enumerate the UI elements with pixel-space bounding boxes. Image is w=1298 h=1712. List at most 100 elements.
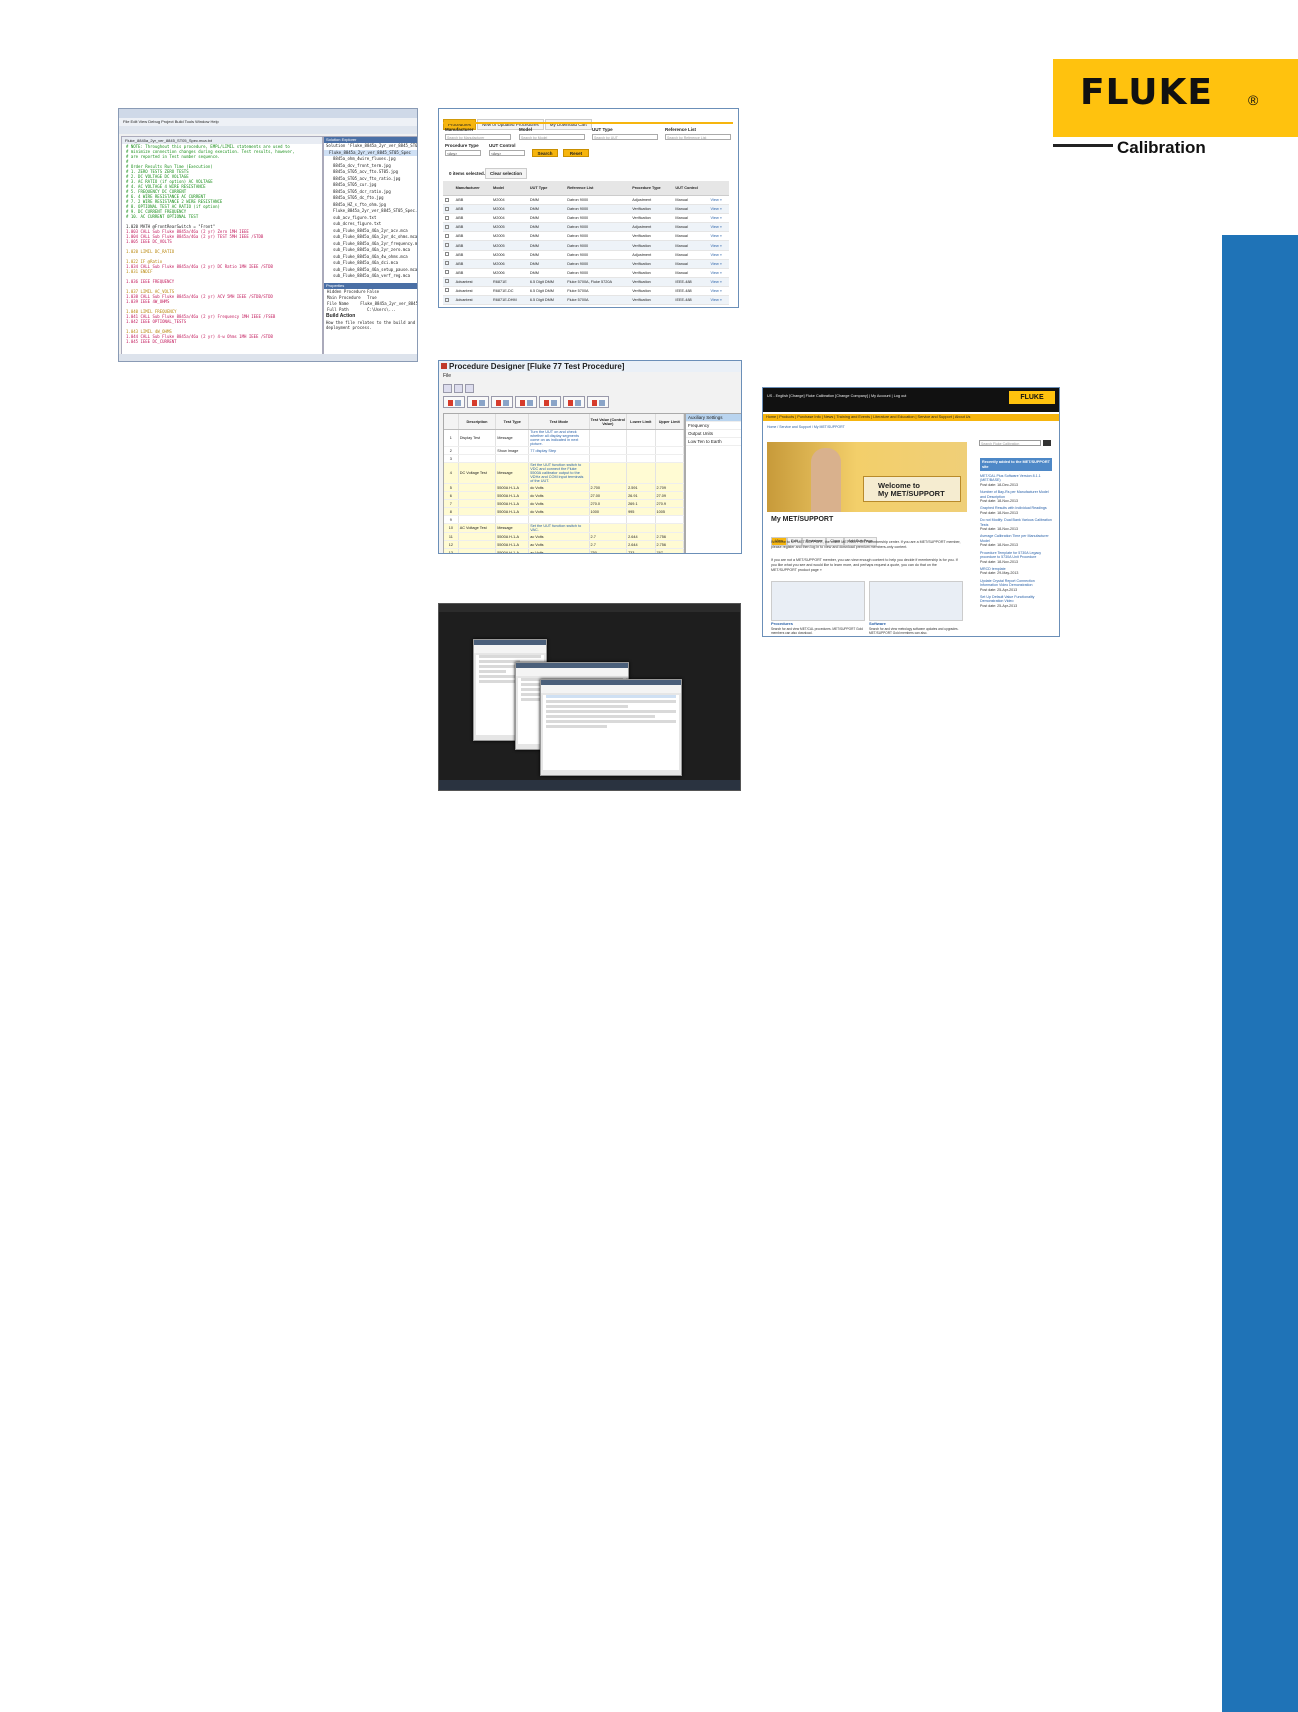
clear-selection-button[interactable]: Clear selection (485, 168, 528, 179)
manufacturer-input[interactable]: Search by Manufacturer (445, 134, 511, 140)
properties-grid[interactable]: Hidden Procedure False Main Procedure True F… (324, 289, 417, 313)
grid-cell[interactable] (458, 483, 497, 492)
grid-cell[interactable] (589, 515, 628, 524)
settings-item[interactable]: Auxiliary Settings (686, 414, 741, 422)
save-icon[interactable] (465, 384, 474, 393)
grid-cell[interactable]: 995 (626, 507, 656, 516)
view-link[interactable]: View » (708, 204, 729, 215)
grid-cell[interactable]: dc Volts (528, 491, 590, 500)
grid-cell[interactable] (589, 429, 628, 447)
grid-cell[interactable]: 11 (444, 532, 459, 541)
add-step-icon[interactable] (467, 396, 489, 408)
grid-cell[interactable]: Display Test (458, 429, 497, 447)
grid-cell[interactable]: ac Volts (528, 540, 590, 549)
grid-row[interactable]: 5 5500A H-1-A dc Volts 2.700 2.591 2.709 (444, 483, 684, 492)
grid-cell[interactable]: 2.709 (655, 483, 684, 492)
grid-cell[interactable]: 269.1 (626, 499, 656, 508)
row-checkbox-cell[interactable] (443, 286, 454, 297)
table-row[interactable]: Advantest R6871E-DC 6.5 Digit DMM Fluke 570… (443, 286, 729, 297)
search-button[interactable]: Search (532, 149, 558, 157)
grid-cell[interactable]: Set the UUT function switch to VDC and c… (528, 462, 590, 484)
open-folder-icon[interactable] (454, 384, 463, 393)
grid-cell[interactable] (655, 515, 684, 524)
row-checkbox-cell[interactable] (443, 213, 454, 224)
grid-cell[interactable]: 5500A H-1-A (495, 548, 530, 553)
grid-cell[interactable]: ac Volts (528, 548, 590, 553)
news-item[interactable]: Graphed Results with Individual Readings… (980, 506, 1052, 515)
view-link[interactable]: View » (708, 286, 729, 297)
grid-cell[interactable]: DC Voltage Test (458, 462, 497, 484)
news-item[interactable]: Procedure Template for 5730A Legacy proc… (980, 551, 1052, 564)
view-link[interactable]: View » (708, 295, 729, 306)
code-editor[interactable]: Fluke_8845a_2yr_ver_8845_ST05_Spec.mca.t… (121, 136, 323, 356)
table-row[interactable]: Advantest R6871E-DHM 6.5 Digit DMM Fluke 57… (443, 295, 729, 306)
view-link[interactable]: View » (708, 213, 729, 224)
move-up-icon[interactable] (515, 396, 537, 408)
explorer-item[interactable]: sub_Fluke_8845a_46a_2yr_dc_ohms.mca (324, 234, 417, 241)
view-link[interactable]: View » (708, 268, 729, 278)
explorer-item[interactable]: Fluke_8845a_2yr_ver_8845_ST05_Spec.mca (324, 208, 417, 215)
grid-cell[interactable]: 10 (444, 523, 459, 533)
editor-menu-bar[interactable]: File Edit View Debug Project Build Tools… (119, 118, 417, 126)
table-row[interactable]: ABB M2005 DMM Datron 9000 Verification Manual… (443, 231, 729, 242)
solution-explorer-tree[interactable]: Solution 'Fluke_8845a_2yr_ver_8845_ST05_… (324, 143, 417, 283)
news-item[interactable]: Number of Bay-Rs per Manufacturer Model … (980, 490, 1052, 503)
grid-row[interactable]: 2 Show Image 77 display Step (444, 446, 684, 455)
grid-cell[interactable]: AC Voltage Test (458, 523, 497, 533)
procedure-type-select[interactable]: <Any> (445, 150, 481, 156)
grid-cell[interactable]: Message (495, 462, 530, 484)
grid-row[interactable]: 8 5500A H-1-A dc Volts 1000 995 1005 (444, 507, 684, 516)
grid-cell[interactable]: 26.91 (626, 491, 656, 500)
model-input[interactable]: Search by Model (519, 134, 585, 140)
table-row[interactable]: Advantest R6871E 6.5 Digit DMM Fluke 5700A,… (443, 277, 729, 287)
table-row[interactable]: ABB M2004 DMM Datron 9000 Verification Manual… (443, 213, 729, 224)
grid-cell[interactable]: dc Volts (528, 483, 590, 492)
grid-row[interactable]: 10 AC Voltage Test Message Set the UUT func… (444, 523, 684, 533)
grid-cell[interactable] (458, 499, 497, 508)
settings-icon[interactable] (587, 396, 609, 408)
row-checkbox[interactable] (445, 270, 449, 275)
grid-cell[interactable]: 4 (444, 462, 459, 484)
grid-cell[interactable]: Message (495, 523, 530, 533)
news-item[interactable]: Average Calibration Time per Manufacture… (980, 534, 1052, 547)
window-front[interactable] (540, 679, 682, 776)
grid-cell[interactable] (626, 454, 656, 463)
grid-cell[interactable]: 5500A H-1-A (495, 499, 530, 508)
row-checkbox[interactable] (445, 252, 449, 257)
grid-cell[interactable] (655, 523, 684, 533)
grid-cell[interactable]: 2.591 (626, 483, 656, 492)
grid-cell[interactable]: 5500A H-1-A (495, 507, 530, 516)
new-file-icon[interactable] (443, 384, 452, 393)
grid-row[interactable]: 4 DC Voltage Test Message Set the UUT funct… (444, 462, 684, 484)
grid-cell[interactable]: 27.00 (589, 491, 628, 500)
grid-cell[interactable] (528, 515, 590, 524)
explorer-item[interactable]: sub_Fluke_8845a_46a_2yr_zero.mca (324, 247, 417, 254)
grid-cell[interactable]: Message (495, 429, 530, 447)
row-checkbox-cell[interactable] (443, 222, 454, 233)
grid-cell[interactable] (626, 429, 656, 447)
grid-cell[interactable]: 13 (444, 548, 459, 553)
view-link[interactable]: View » (708, 195, 729, 206)
grid-cell[interactable] (458, 491, 497, 500)
grid-cell[interactable]: 27.09 (655, 491, 684, 500)
grid-cell[interactable] (589, 462, 628, 484)
software-thumbnail[interactable] (869, 581, 963, 621)
news-item[interactable]: MET/CAL Plus Software Version 8.1.1 (MET… (980, 474, 1052, 487)
file-menu[interactable]: File (443, 373, 451, 379)
row-checkbox[interactable] (445, 197, 449, 202)
grid-cell[interactable]: 8 (444, 507, 459, 516)
tab-download-cart[interactable]: My Download Cart (544, 119, 592, 130)
grid-cell[interactable]: 5500A H-1-A (495, 540, 530, 549)
grid-row[interactable]: 7 5500A H-1-A dc Volts 270.0 269.1 270.9 (444, 499, 684, 508)
grid-cell[interactable]: dc Volts (528, 499, 590, 508)
grid-cell[interactable]: 7 (444, 499, 459, 508)
grid-cell[interactable]: 750 (589, 548, 628, 553)
site-nav[interactable]: Home | Products | Purchase Info | News |… (763, 414, 1059, 421)
grid-row[interactable]: 11 5500A H-1-A ac Volts 2.7 2.644 2.756 (444, 532, 684, 541)
grid-cell[interactable] (626, 523, 656, 533)
row-checkbox[interactable] (445, 224, 449, 229)
grid-cell[interactable]: 1000 (589, 507, 628, 516)
row-checkbox[interactable] (445, 215, 449, 220)
tab-new-procedures[interactable]: New or Updated Procedures (477, 119, 544, 130)
row-checkbox-cell[interactable] (443, 277, 454, 287)
